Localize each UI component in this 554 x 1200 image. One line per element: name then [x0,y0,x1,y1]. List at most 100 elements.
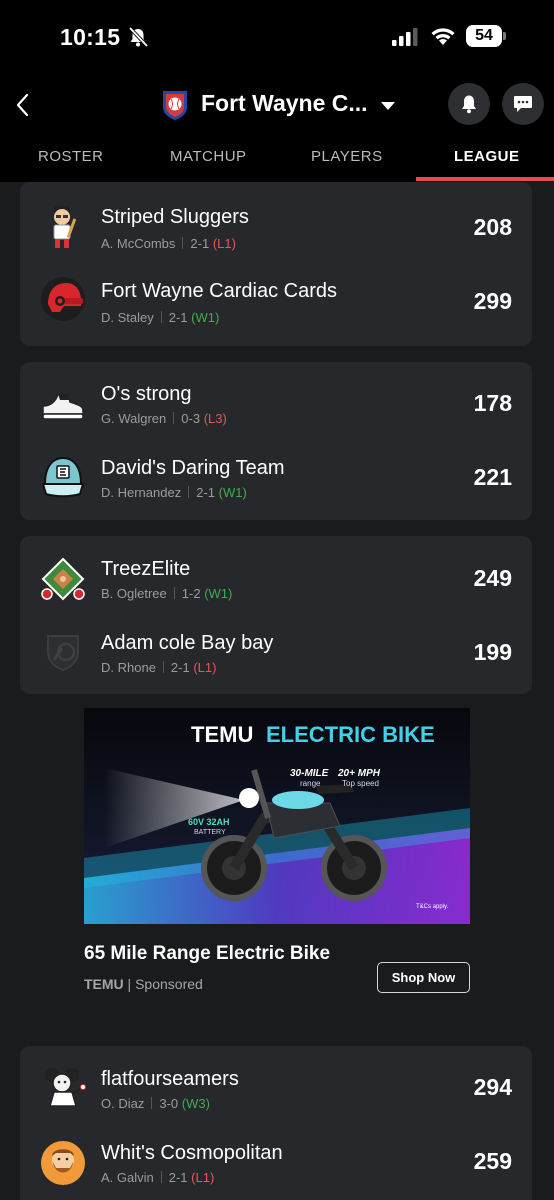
team-record: 0-3 [181,411,201,426]
team-record: 3-0 [159,1096,179,1111]
battery-tip [503,32,506,40]
team-name: Fort Wayne Cardiac Cards [101,280,337,302]
ad-speed: 20+ MPH [337,768,381,779]
ad-battery: 60V 32AH [188,817,230,827]
matchup-card[interactable]: TreezElite B. Ogletree 1-2 (W1) 249 Adam … [20,536,532,694]
separator [160,311,162,323]
team-score: 299 [473,288,512,314]
active-tab-indicator [416,177,554,181]
ad-fine-print: T&Cs apply. [416,904,449,910]
tab-matchup[interactable]: MATCHUP [170,148,247,165]
baseball-field-icon [41,557,85,601]
team-row[interactable]: TreezElite B. Ogletree 1-2 (W1) 249 [20,536,532,610]
team-score: 221 [473,464,512,490]
battery-indicator: 54 [466,25,506,47]
tab-bar: ROSTER MATCHUP PLAYERS LEAGUE [0,140,554,182]
status-time: 10:15 [60,24,121,50]
team-score: 199 [473,639,512,665]
team-streak: (W1) [204,586,233,601]
ad-title-product: ELECTRIC BIKE [266,722,435,747]
chevron-down-icon[interactable] [380,100,396,112]
team-streak: (W1) [191,310,220,325]
separator [182,237,184,249]
ad-battery-sub: BATTERY [194,829,226,836]
team-meta: A. Galvin 2-1 (L1) [101,1170,214,1185]
ad-brand: TEMU [84,976,124,992]
team-streak: (L1) [212,236,236,251]
team-meta: O. Diaz 3-0 (W3) [101,1096,210,1111]
team-row[interactable]: David's Daring Team D. Hernandez 2-1 (W1)… [20,436,532,510]
team-meta: D. Hernandez 2-1 (W1) [101,485,247,500]
sneaker-icon [42,393,84,420]
bell-off-icon [128,26,149,48]
team-streak: (W3) [181,1096,210,1111]
team-streak: (L1) [191,1170,215,1185]
team-meta: D. Staley 2-1 (W1) [101,310,219,325]
chat-button[interactable] [502,83,544,125]
team-name: TreezElite [101,558,191,580]
league-title[interactable]: Fort Wayne C... [201,90,368,117]
ad-speed-sub: Top speed [342,779,379,788]
ad-headline[interactable]: 65 Mile Range Electric Bike [84,943,330,965]
team-meta: D. Rhone 2-1 (L1) [101,660,216,675]
status-bar: 10:15 54 [0,0,554,78]
team-streak: (W1) [218,485,247,500]
cartoon-player-icon [53,206,77,248]
owner-name: D. Staley [101,310,154,325]
tab-players[interactable]: PLAYERS [311,148,383,165]
separator [173,587,175,599]
back-chevron-icon[interactable] [14,92,32,118]
notifications-button[interactable] [448,83,490,125]
tab-roster[interactable]: ROSTER [38,148,104,165]
cap-icon [41,456,85,498]
team-row[interactable]: Adam cole Bay bay D. Rhone 2-1 (L1) 199 [20,610,532,684]
team-score: 249 [473,565,512,591]
team-record: 2-1 [170,660,190,675]
separator [173,412,175,424]
ad-range-sub: range [300,779,321,788]
owner-name: A. Galvin [101,1170,154,1185]
mouse-pitcher-icon [45,1068,86,1107]
team-name: David's Daring Team [101,457,285,479]
team-name: Adam cole Bay bay [101,632,274,654]
team-streak: (L3) [203,411,227,426]
team-row[interactable]: Whit's Cosmopolitan A. Galvin 2-1 (L1) 25… [20,1120,532,1194]
tab-league[interactable]: LEAGUE [454,148,520,165]
team-score: 294 [473,1074,512,1100]
team-streak: (L1) [193,660,217,675]
owner-name: A. McCombs [101,236,176,251]
team-row[interactable]: Fort Wayne Cardiac Cards D. Staley 2-1 (W… [20,256,532,330]
wifi-icon [431,28,455,45]
team-meta: A. McCombs 2-1 (L1) [101,236,236,251]
sponsored-label: Sponsored [135,976,203,992]
team-record: 1-2 [181,586,201,601]
matchup-card[interactable]: Striped Sluggers A. McCombs 2-1 (L1) 208 … [20,182,532,346]
ad-sponsor-line: TEMU | Sponsored [84,976,203,992]
matchup-card[interactable]: flatfourseamers O. Diaz 3-0 (W3) 294 Whit… [20,1046,532,1200]
owner-name: G. Walgren [101,411,167,426]
team-row[interactable]: Striped Sluggers A. McCombs 2-1 (L1) 208 [20,182,532,256]
separator [160,1171,162,1183]
battery-level: 54 [466,25,502,47]
team-score: 208 [473,214,512,240]
team-meta: G. Walgren 0-3 (L3) [101,411,227,426]
team-record: 2-1 [190,236,210,251]
ad-range: 30-MILE [290,768,329,779]
shield-icon [47,635,79,672]
shop-now-button[interactable]: Shop Now [377,962,470,993]
team-meta: B. Ogletree 1-2 (W1) [101,586,232,601]
team-row[interactable]: flatfourseamers O. Diaz 3-0 (W3) 294 [20,1046,532,1120]
app-header: Fort Wayne C... ROSTER MATCHUP PLAYERS L… [0,78,554,182]
ad-image[interactable]: TEMU ELECTRIC BIKE 30-MILE range 20+ MPH… [84,708,470,924]
team-score: 178 [473,390,512,416]
separator [162,661,164,673]
bearded-man-icon [41,1141,85,1185]
team-name: Whit's Cosmopolitan [101,1142,283,1164]
red-helmet-icon [41,277,85,321]
ad-title-brand: TEMU [191,722,253,747]
matchup-card[interactable]: O's strong G. Walgren 0-3 (L3) 178 David'… [20,362,532,520]
team-record: 2-1 [168,310,188,325]
cellular-signal-icon [392,28,418,46]
team-row[interactable]: O's strong G. Walgren 0-3 (L3) 178 [20,362,532,436]
separator [151,1097,153,1109]
